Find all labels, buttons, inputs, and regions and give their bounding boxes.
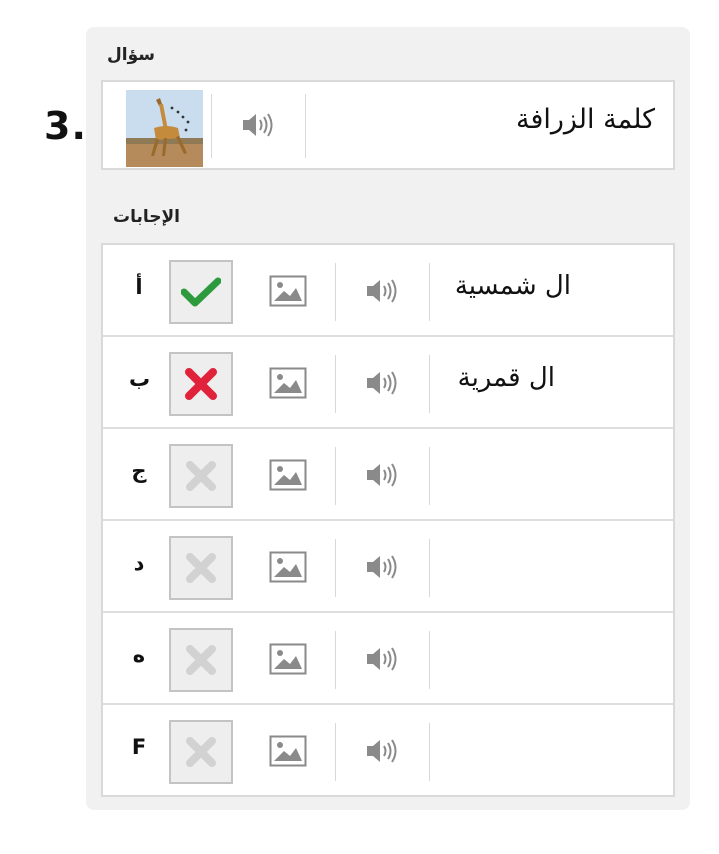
answer-row: F [103,705,673,797]
divider [305,94,306,158]
question-text[interactable]: كلمة الزرافة [516,104,655,135]
x-icon [186,645,216,675]
divider [429,355,430,413]
correct-toggle[interactable] [169,444,233,508]
divider [211,94,212,158]
answer-letter: ه [132,643,146,667]
answer-letter: ب [129,367,151,391]
image-icon[interactable] [269,643,307,675]
image-icon[interactable] [269,551,307,583]
x-icon [186,461,216,491]
divider [429,723,430,781]
divider [335,263,336,321]
divider [429,539,430,597]
answer-letter: ج [131,459,147,483]
correct-toggle[interactable] [169,352,233,416]
correct-toggle[interactable] [169,260,233,324]
speaker-icon[interactable] [365,736,399,766]
speaker-icon[interactable] [365,276,399,306]
divider [335,447,336,505]
answer-row: أ ال شمسية [103,245,673,337]
divider [335,355,336,413]
correct-toggle[interactable] [169,720,233,784]
speaker-icon[interactable] [241,110,275,140]
correct-toggle[interactable] [169,628,233,692]
divider [429,447,430,505]
answer-row: ه [103,613,673,705]
image-icon[interactable] [269,367,307,399]
answers-section-label: الإجابات [113,207,180,227]
speaker-icon[interactable] [365,552,399,582]
image-icon[interactable] [269,275,307,307]
answer-text[interactable]: ال شمسية [455,271,571,301]
question-section-label: سؤال [107,45,155,65]
answer-letter: F [131,735,147,759]
answer-row: د [103,521,673,613]
correct-toggle[interactable] [169,536,233,600]
check-icon [181,277,221,307]
x-icon [185,368,217,400]
speaker-icon[interactable] [365,644,399,674]
speaker-icon[interactable] [365,460,399,490]
question-number: 3. [44,104,87,148]
answer-letter: أ [135,275,143,299]
image-icon[interactable] [269,459,307,491]
divider [335,539,336,597]
answer-letter: د [133,551,145,575]
question-field[interactable]: كلمة الزرافة [101,80,675,170]
question-card: سؤال كلمة الزرافة الإجابات أ ال شمسية ب … [86,27,690,810]
divider [335,723,336,781]
answer-text[interactable]: ال قمرية [458,363,555,393]
x-icon [186,553,216,583]
speaker-icon[interactable] [365,368,399,398]
divider [429,631,430,689]
image-icon[interactable] [269,735,307,767]
answer-row: ج [103,429,673,521]
divider [335,631,336,689]
x-icon [186,737,216,767]
divider [429,263,430,321]
question-image[interactable] [126,90,203,167]
answers-list: أ ال شمسية ب ال قمرية ج د ه F [101,243,675,797]
answer-row: ب ال قمرية [103,337,673,429]
